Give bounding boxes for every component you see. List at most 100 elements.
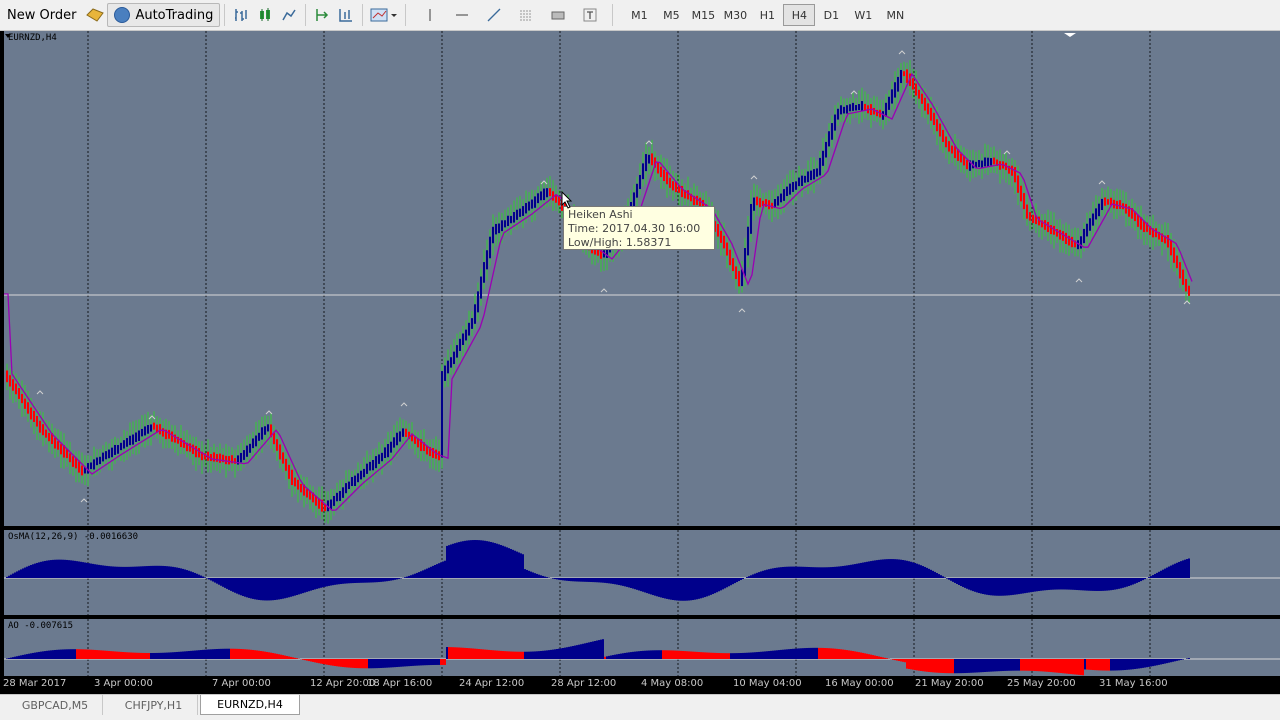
horizontal-line-icon[interactable] (450, 3, 474, 27)
ao-bar (178, 651, 180, 659)
candle-body (1119, 200, 1121, 209)
ao-panel[interactable]: AO -0.007615 (4, 619, 1280, 676)
ao-bar (350, 659, 352, 668)
osma-bar (1038, 578, 1040, 592)
ao-bar (66, 649, 68, 659)
timeframe-mn-button[interactable]: MN (879, 4, 911, 26)
ao-bar (778, 650, 780, 659)
osma-bar (510, 548, 512, 578)
candle-body (261, 427, 263, 440)
osma-bar (1008, 578, 1010, 596)
auto-scroll-icon[interactable] (310, 3, 334, 27)
osma-bar (1112, 578, 1114, 590)
osma-bar (52, 559, 54, 578)
autotrading-button[interactable]: AutoTrading (107, 3, 221, 27)
ao-bar (142, 652, 144, 659)
ao-bar (746, 652, 748, 659)
ao-bar (766, 651, 768, 659)
bar-chart-icon[interactable] (229, 3, 253, 27)
ao-bar (814, 647, 816, 659)
ao-bar (994, 659, 996, 672)
osma-bar (42, 561, 44, 578)
metaeditor-icon[interactable] (83, 3, 107, 27)
timeframe-d1-button[interactable]: D1 (815, 4, 847, 26)
ao-bar (272, 653, 274, 659)
ao-label: AO -0.007615 (8, 621, 74, 631)
rectangle-icon[interactable] (546, 3, 570, 27)
chart-shift-icon[interactable] (334, 3, 358, 27)
ao-bar (408, 659, 410, 667)
new-order-button[interactable]: New Order (0, 3, 83, 27)
ao-bar (224, 648, 226, 659)
osma-bar (1118, 578, 1120, 589)
templates-icon[interactable] (367, 3, 401, 27)
candle-body (1011, 165, 1013, 176)
ao-bar (450, 647, 452, 659)
candlesticks-icon[interactable] (253, 3, 277, 27)
osma-bar (178, 567, 180, 578)
timeframe-m30-button[interactable]: M30 (719, 4, 751, 26)
osma-bar (462, 541, 464, 578)
chart-tab[interactable]: EURNZD,H4 (200, 695, 300, 715)
ao-bar (930, 659, 932, 673)
ao-bar (924, 659, 926, 672)
osma-bar (218, 578, 220, 585)
ao-bar (856, 651, 858, 659)
ao-bar (796, 648, 798, 659)
ao-bar (502, 651, 504, 659)
price-chart-panel[interactable]: EURNZD,H4 (4, 31, 1280, 526)
osma-bar (520, 553, 522, 578)
ao-bar (532, 651, 534, 659)
ao-bar (254, 650, 256, 659)
candle-body (294, 477, 296, 487)
timeframe-h1-button[interactable]: H1 (751, 4, 783, 26)
candle-body (651, 153, 653, 166)
ao-bar (672, 650, 674, 659)
timeframe-m5-button[interactable]: M5 (655, 4, 687, 26)
osma-bar (122, 566, 124, 578)
chart-tab[interactable]: CHFJPY,H1 (110, 695, 198, 715)
candle-body (1017, 175, 1019, 193)
osma-bar (534, 573, 536, 578)
ao-bar (88, 649, 90, 659)
timeframe-h4-button[interactable]: H4 (783, 4, 816, 26)
symbol-menu-icon[interactable] (5, 34, 11, 38)
ao-bar (376, 659, 378, 669)
timeframe-m1-button[interactable]: M1 (623, 4, 655, 26)
ao-bar (968, 659, 970, 673)
timeframe-m15-button[interactable]: M15 (687, 4, 719, 26)
osma-panel[interactable]: OsMA(12,26,9) -0.0016630 (4, 530, 1280, 615)
ao-bar (712, 652, 714, 659)
candle-body (858, 104, 860, 111)
osma-bar (654, 578, 656, 596)
ao-bar (92, 649, 94, 659)
ao-bar (130, 652, 132, 659)
osma-bar (538, 574, 540, 578)
osma-bar (148, 565, 150, 578)
fractal-marker (1098, 180, 1106, 185)
text-label-icon[interactable] (578, 3, 602, 27)
osma-bar (482, 540, 484, 578)
candle-body (891, 89, 893, 104)
ao-bar (598, 640, 600, 659)
chart-tab[interactable]: GBPCAD,M5 (8, 695, 103, 715)
timeframe-w1-button[interactable]: W1 (847, 4, 879, 26)
ao-bar (794, 648, 796, 659)
candle-body (945, 136, 947, 148)
osma-bar (448, 545, 450, 578)
trendline-icon[interactable] (482, 3, 506, 27)
line-chart-icon[interactable] (277, 3, 301, 27)
candle-body (372, 459, 374, 471)
ao-bar (510, 651, 512, 659)
ao-bar (908, 659, 910, 670)
candle-body (60, 444, 62, 455)
ao-bar (684, 651, 686, 659)
osma-bar (138, 566, 140, 578)
osma-bar (628, 578, 630, 588)
ao-bar (718, 653, 720, 659)
crosshair-icon[interactable] (418, 3, 442, 27)
osma-bar (910, 561, 912, 578)
channel-icon[interactable] (514, 3, 538, 27)
ao-bar (998, 659, 1000, 672)
chart-window[interactable]: EURNZD,H4 OsMA(12,26,9) -0.0016630 AO -0… (0, 31, 1280, 695)
